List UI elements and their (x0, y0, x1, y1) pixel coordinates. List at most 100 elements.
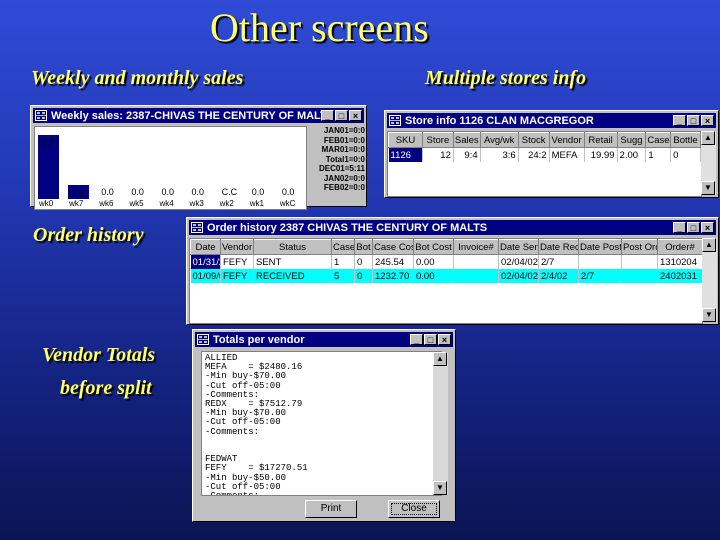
table-cell[interactable]: 01/31/20 (190, 254, 221, 269)
column-header[interactable]: Post Order (621, 239, 658, 255)
chart-tick-label: wkC (279, 199, 296, 208)
totals-text[interactable]: ALLIED MEFA = $2480.16 -Min buy-$70.00 -… (201, 351, 442, 496)
scroll-down-icon[interactable]: ▼ (702, 308, 716, 322)
table-cell[interactable]: 0 (354, 269, 373, 283)
totals-titlebar[interactable]: Totals per vendor _ □ × (195, 332, 453, 347)
table-cell[interactable]: 1310204 (657, 254, 702, 269)
table-row[interactable]: 1126 12 9:4 3:6 24:2 MEFA 19.99 2.00 1 0 (388, 147, 701, 162)
table-cell[interactable]: 02/04/02 (498, 254, 539, 269)
column-header[interactable]: Bot Cost (413, 239, 454, 255)
scroll-up-icon[interactable]: ▲ (433, 352, 447, 366)
store-info-grid: SKU Store Sales Avg/wk Stock Vendor Retail Sugg… (387, 131, 702, 197)
column-header[interactable]: Status (253, 239, 332, 255)
scroll-up-icon[interactable]: ▲ (702, 238, 716, 252)
store-info-titlebar[interactable]: Store info 1126 CLAN MACGREGOR _ □ × (387, 113, 716, 128)
window-icon[interactable] (35, 110, 47, 121)
table-cell[interactable] (621, 254, 658, 269)
column-header[interactable]: SKU (388, 132, 423, 148)
window-icon[interactable] (197, 334, 209, 345)
column-header[interactable]: Case (645, 132, 672, 148)
table-cell[interactable]: 2402031 (657, 269, 702, 283)
table-cell[interactable] (453, 269, 499, 283)
weekly-sales-titlebar[interactable]: Weekly sales: 2387-CHIVAS THE CENTURY OF… (33, 108, 364, 123)
table-cell[interactable] (621, 269, 658, 283)
table-cell[interactable]: 2/7 (538, 254, 579, 269)
table-cell[interactable]: 9:4 (453, 147, 481, 162)
table-cell[interactable]: 2.00 (617, 147, 647, 162)
column-header[interactable]: Case Cost (372, 239, 414, 255)
table-cell[interactable]: SENT (253, 254, 332, 269)
scroll-down-icon[interactable]: ▼ (701, 181, 715, 195)
column-header[interactable]: Bot (354, 239, 373, 255)
table-cell[interactable]: 1232.70 (372, 269, 414, 283)
maximize-icon[interactable]: □ (424, 334, 437, 345)
column-header[interactable]: Date Post (578, 239, 622, 255)
column-header[interactable]: Date Rec (538, 239, 579, 255)
table-row[interactable]: 01/31/20FEFYSENT10245.540.00 02/04/022/7 1… (190, 254, 702, 269)
column-header[interactable]: Case (331, 239, 355, 255)
table-cell[interactable]: 2/7 (578, 269, 622, 283)
table-cell[interactable]: 0 (354, 254, 373, 269)
close-icon[interactable]: × (349, 110, 362, 121)
column-header[interactable]: Sales (452, 132, 481, 148)
table-cell[interactable]: MEFA (549, 147, 585, 162)
minimize-icon[interactable]: _ (673, 222, 686, 233)
table-cell[interactable]: 1 (331, 254, 355, 269)
totals-scrollbar[interactable]: ▲ ▼ (433, 352, 448, 495)
minimize-icon[interactable]: _ (673, 115, 686, 126)
minimize-icon[interactable]: _ (410, 334, 423, 345)
table-row[interactable]: 01/09/02FEFYRECEIVED501232.700.00 02/04/0… (190, 269, 702, 283)
table-cell[interactable]: 1 (645, 147, 672, 162)
column-header[interactable]: Order# (657, 239, 702, 255)
table-cell[interactable]: 02/04/02 (498, 269, 539, 283)
chart-value-label: 0.0 (251, 187, 265, 197)
totals-per-vendor-window: Totals per vendor _ □ × ALLIED MEFA = $2… (192, 329, 456, 522)
maximize-icon[interactable]: □ (687, 222, 700, 233)
close-button[interactable]: Close (388, 500, 440, 518)
column-header[interactable]: Date Sent (498, 239, 539, 255)
table-cell[interactable]: 2/4/02 (538, 269, 579, 283)
table-cell[interactable]: 24:2 (518, 147, 550, 162)
column-header[interactable]: Store (421, 132, 454, 148)
maximize-icon[interactable]: □ (687, 115, 700, 126)
close-icon[interactable]: × (701, 115, 714, 126)
table-cell[interactable]: 0 (670, 147, 701, 162)
scroll-down-icon[interactable]: ▼ (433, 481, 447, 495)
minimize-icon[interactable]: _ (321, 110, 334, 121)
window-icon[interactable] (191, 222, 203, 233)
column-header[interactable]: Bottle (670, 132, 701, 148)
table-cell[interactable]: 5 (331, 269, 355, 283)
table-cell[interactable]: RECEIVED (253, 269, 332, 283)
table-cell[interactable]: 01/09/02 (190, 269, 221, 283)
scroll-up-icon[interactable]: ▲ (701, 131, 715, 145)
column-header[interactable]: Avg/wk (479, 132, 519, 148)
store-info-scrollbar[interactable]: ▲ ▼ (701, 131, 716, 195)
chart-tick-label: wk2 (219, 199, 234, 208)
column-header[interactable]: Vendor (548, 132, 585, 148)
column-header[interactable]: Retail (583, 132, 618, 148)
window-icon[interactable] (389, 115, 401, 126)
table-cell[interactable]: 0.00 (413, 269, 454, 283)
table-cell[interactable]: 3:6 (480, 147, 519, 162)
close-icon[interactable]: × (701, 222, 714, 233)
maximize-icon[interactable]: □ (335, 110, 348, 121)
table-cell[interactable]: 19.99 (584, 147, 618, 162)
order-history-scrollbar[interactable]: ▲ ▼ (702, 238, 717, 322)
table-cell[interactable]: FEFY (220, 254, 254, 269)
table-cell[interactable] (578, 254, 622, 269)
column-header[interactable]: Invoice# (453, 239, 499, 255)
table-cell[interactable]: 1126 (388, 147, 423, 162)
table-cell[interactable]: 0.00 (413, 254, 454, 269)
print-button[interactable]: Print (305, 500, 357, 518)
column-header[interactable]: Stock (517, 132, 550, 148)
column-header[interactable]: Vendor (220, 239, 254, 255)
table-cell[interactable] (453, 254, 499, 269)
column-header[interactable]: Sugg (616, 132, 647, 148)
caption-before-split: before split (60, 377, 152, 399)
order-history-titlebar[interactable]: Order history 2387 CHIVAS THE CENTURY OF… (189, 220, 716, 235)
table-cell[interactable]: 245.54 (372, 254, 414, 269)
table-cell[interactable]: 12 (422, 147, 454, 162)
table-cell[interactable]: FEFY (220, 269, 254, 283)
column-header[interactable]: Date (190, 239, 221, 255)
close-icon[interactable]: × (438, 334, 451, 345)
